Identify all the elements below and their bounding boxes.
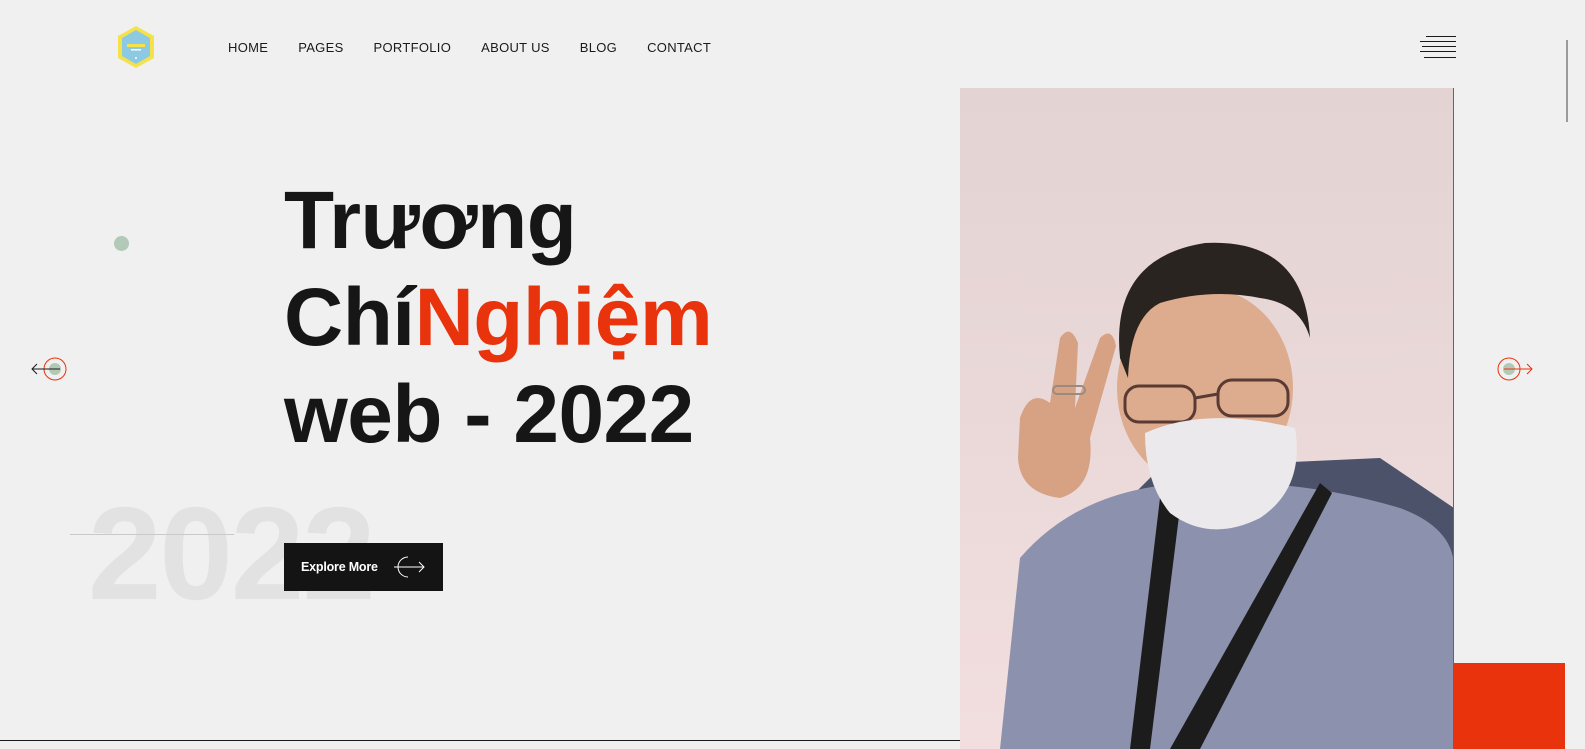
arrow-left-icon[interactable] — [30, 355, 70, 383]
decorative-line — [70, 534, 234, 535]
nav-pages[interactable]: PAGES — [298, 40, 343, 55]
hero-title-line2: ChíNghiệm — [284, 269, 713, 366]
main-nav: HOME PAGES PORTFOLIO ABOUT US BLOG CONTA… — [228, 40, 741, 55]
accent-block — [1454, 663, 1565, 749]
nav-blog[interactable]: BLOG — [580, 40, 617, 55]
nav-contact[interactable]: CONTACT — [647, 40, 711, 55]
site-logo[interactable] — [115, 24, 157, 70]
nav-about-us[interactable]: ABOUT US — [481, 40, 550, 55]
decorative-dot — [114, 236, 129, 251]
hero-title-accent: Nghiệm — [414, 272, 713, 363]
hero-title-name: Chí — [284, 272, 415, 363]
explore-more-button[interactable]: Explore More — [284, 543, 443, 591]
arrow-circle-icon — [388, 554, 428, 580]
hero-title-line3: web - 2022 — [284, 369, 694, 460]
nav-portfolio[interactable]: PORTFOLIO — [374, 40, 452, 55]
nav-home[interactable]: HOME — [228, 40, 268, 55]
scrollbar-thumb[interactable] — [1566, 40, 1568, 122]
hero-portrait-photo — [960, 88, 1454, 749]
bottom-divider — [0, 740, 960, 741]
explore-more-label: Explore More — [301, 560, 378, 574]
hero-title: Trương ChíNghiệm web - 2022 — [284, 172, 713, 463]
arrow-right-icon[interactable] — [1494, 355, 1534, 383]
hero-title-line1: Trương — [284, 175, 577, 266]
hamburger-menu-icon[interactable] — [1420, 36, 1456, 60]
scrollbar-track[interactable] — [1565, 0, 1585, 749]
